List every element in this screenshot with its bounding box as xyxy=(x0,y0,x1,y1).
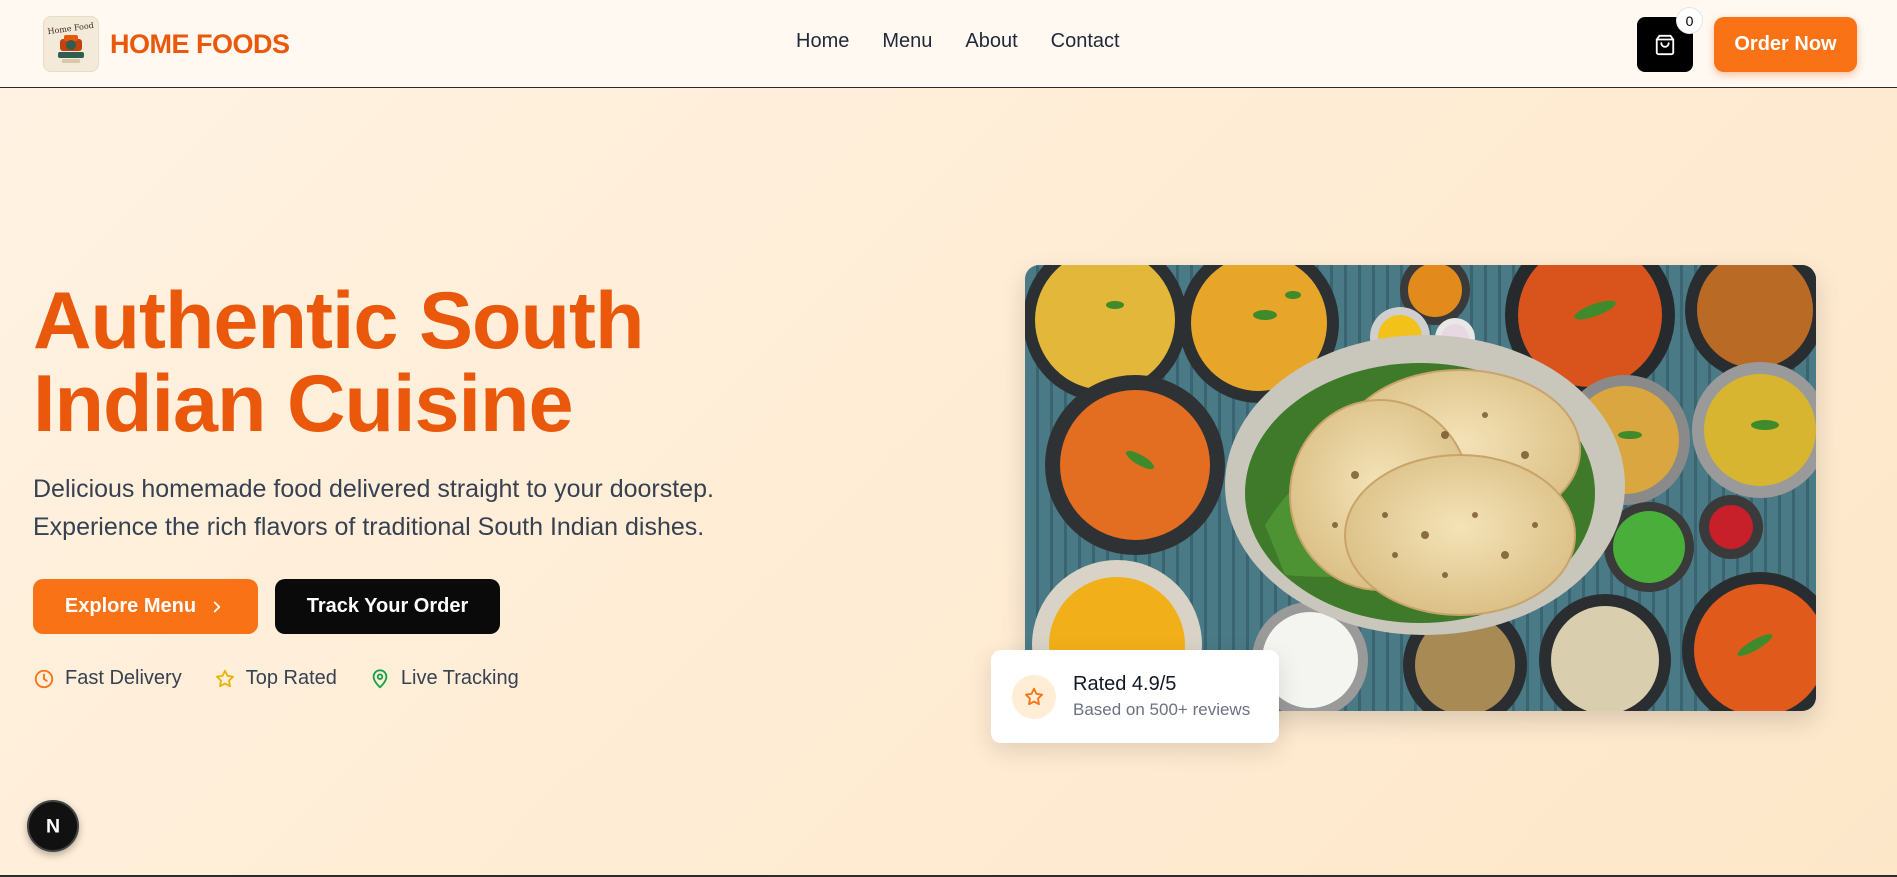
main-nav: Home Menu About Contact xyxy=(796,30,1120,53)
feature-label: Live Tracking xyxy=(400,667,519,689)
nextjs-dev-badge[interactable]: N xyxy=(27,800,79,852)
feature-list: Fast Delivery Top Rated Live Tracking xyxy=(33,667,519,690)
hero-title: Authentic South Indian Cuisine xyxy=(33,280,853,446)
rating-text: Rated 4.9/5 Based on 500+ reviews xyxy=(1073,673,1250,720)
explore-menu-label: Explore Menu xyxy=(64,595,197,617)
logo[interactable]: Home Food HOME FOODS xyxy=(43,16,290,72)
logo-emblem-icon: Home Food xyxy=(47,21,94,63)
hero-subtitle-line1: Delicious homemade food delivered straig… xyxy=(33,475,714,503)
star-icon xyxy=(1025,687,1043,705)
cart-count-badge: 0 xyxy=(1676,7,1703,34)
feature-live-tracking: Live Tracking xyxy=(369,667,519,690)
nav-home[interactable]: Home xyxy=(796,30,849,53)
nav-about[interactable]: About xyxy=(965,30,1017,53)
nav-contact[interactable]: Contact xyxy=(1051,30,1120,53)
explore-menu-button[interactable]: Explore Menu xyxy=(33,579,258,634)
shopping-bag-icon xyxy=(1655,34,1675,55)
dev-badge-letter: N xyxy=(46,816,60,838)
star-icon xyxy=(215,669,234,687)
hero-subtitle: Delicious homemade food delivered straig… xyxy=(33,470,833,546)
feature-fast-delivery: Fast Delivery xyxy=(33,667,182,690)
brand-name: HOME FOODS xyxy=(110,28,290,59)
cart-button[interactable]: 0 xyxy=(1637,7,1703,72)
hero-actions: Explore Menu Track Your Order xyxy=(33,579,500,634)
feature-top-rated: Top Rated xyxy=(214,667,337,690)
hero-title-line2: Indian Cuisine xyxy=(33,359,574,449)
rating-card: Rated 4.9/5 Based on 500+ reviews xyxy=(991,650,1279,743)
order-now-button[interactable]: Order Now xyxy=(1714,17,1857,72)
hero-subtitle-line2: Experience the rich flavors of tradition… xyxy=(33,513,705,541)
clock-icon xyxy=(34,669,54,688)
track-order-button[interactable]: Track Your Order xyxy=(275,579,500,634)
hero-title-line1: Authentic South xyxy=(33,276,644,366)
hero-food-image xyxy=(1025,265,1816,711)
rating-subtitle: Based on 500+ reviews xyxy=(1073,700,1251,719)
map-pin-icon xyxy=(372,668,388,688)
feature-label: Fast Delivery xyxy=(65,667,182,689)
food-platter-illustration xyxy=(1025,265,1816,711)
logo-badge-text: Home Food xyxy=(47,21,94,36)
site-header: Home Food HOME FOODS Home Menu About Con… xyxy=(0,0,1897,88)
nav-menu[interactable]: Menu xyxy=(882,30,932,53)
feature-label: Top Rated xyxy=(245,667,337,689)
nextjs-logo-icon: N xyxy=(46,816,60,838)
logo-badge: Home Food xyxy=(43,16,99,72)
rating-icon-wrap xyxy=(1012,674,1056,719)
chevron-right-icon xyxy=(213,601,221,612)
rating-title: Rated 4.9/5 xyxy=(1073,673,1177,695)
